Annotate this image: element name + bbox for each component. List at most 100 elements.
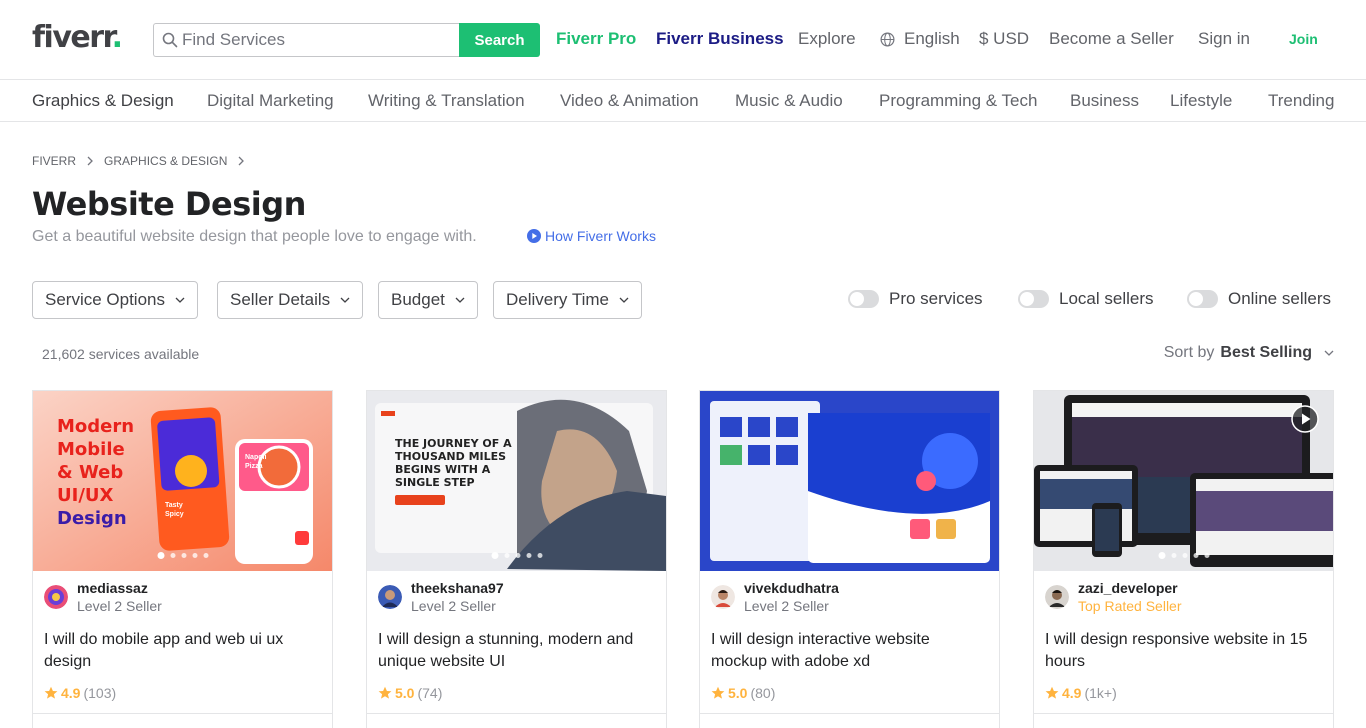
gig-rating: 5.0 (80) <box>711 685 775 701</box>
seller-info: vivekdudhatra Level 2 Seller <box>711 579 839 615</box>
search-button[interactable]: Search <box>459 23 540 57</box>
filter-label: Service Options <box>45 290 165 309</box>
category-trending[interactable]: Trending <box>1268 91 1334 111</box>
star-icon <box>378 686 392 699</box>
join-button[interactable]: Join <box>1289 31 1318 47</box>
category-music-audio[interactable]: Music & Audio <box>735 91 843 111</box>
play-circle-icon <box>527 229 541 243</box>
category-writing-translation[interactable]: Writing & Translation <box>368 91 525 111</box>
gig-thumbnail[interactable] <box>1034 391 1333 571</box>
filter-seller-details[interactable]: Seller Details <box>217 281 364 319</box>
gig-title[interactable]: I will design responsive website in 15 h… <box>1045 629 1320 673</box>
star-icon <box>711 686 725 699</box>
rating-value: 5.0 <box>395 685 415 701</box>
play-video-icon[interactable] <box>1291 405 1319 433</box>
nav-become-seller[interactable]: Become a Seller <box>1049 29 1174 49</box>
toggle-pro-services[interactable]: Pro services <box>848 289 983 309</box>
filter-budget[interactable]: Budget <box>378 281 478 319</box>
chevron-down-icon <box>340 297 350 303</box>
toggle-switch[interactable] <box>848 290 879 308</box>
globe-icon <box>880 32 895 47</box>
card-divider <box>700 713 999 714</box>
nav-language[interactable]: English <box>904 29 960 49</box>
breadcrumb-fiverr[interactable]: FIVERR <box>32 154 76 168</box>
star-icon <box>1045 686 1059 699</box>
seller-avatar[interactable] <box>378 585 402 609</box>
carousel-dots[interactable] <box>1158 552 1209 559</box>
sort-label: Sort by <box>1163 344 1215 361</box>
seller-info: mediassaz Level 2 Seller <box>44 579 162 615</box>
filter-delivery-time[interactable]: Delivery Time <box>493 281 642 319</box>
rating-value: 5.0 <box>728 685 748 701</box>
toggle-label: Pro services <box>889 289 983 308</box>
seller-info: zazi_developer Top Rated Seller <box>1045 579 1182 615</box>
chevron-right-icon <box>238 156 245 166</box>
category-business[interactable]: Business <box>1070 91 1139 111</box>
sort-dropdown[interactable]: Sort by Best Selling <box>1164 344 1334 362</box>
thumb-line: Napoli <box>245 454 267 461</box>
gig-rating: 4.9 (103) <box>44 685 116 701</box>
category-digital-marketing[interactable]: Digital Marketing <box>207 91 334 111</box>
gig-card[interactable]: zazi_developer Top Rated Seller I will d… <box>1033 390 1334 728</box>
nav-currency[interactable]: $ USD <box>979 29 1029 49</box>
thumb-heading: THE JOURNEY OF A THOUSAND MILES BEGINS W… <box>395 437 512 489</box>
seller-name[interactable]: zazi_developer <box>1078 579 1182 597</box>
gig-thumbnail[interactable]: Modern Mobile & Web UI/UX Design Napoli … <box>33 391 332 571</box>
seller-level: Level 2 Seller <box>411 598 496 614</box>
search-input[interactable] <box>153 23 459 57</box>
seller-level: Level 2 Seller <box>77 598 162 614</box>
seller-avatar[interactable] <box>44 585 68 609</box>
category-graphics-design[interactable]: Graphics & Design <box>32 91 174 111</box>
rating-count: (1k+) <box>1084 685 1117 701</box>
carousel-dots[interactable] <box>824 552 875 559</box>
chevron-down-icon <box>455 297 465 303</box>
thumb-line: THE JOURNEY OF A <box>395 437 512 450</box>
gig-thumbnail[interactable] <box>700 391 999 571</box>
category-video-animation[interactable]: Video & Animation <box>560 91 699 111</box>
services-count: 21,602 services available <box>42 346 200 362</box>
fiverr-logo[interactable]: fiverr. <box>32 20 123 55</box>
star-icon <box>44 686 58 699</box>
thumb-line: Design <box>57 508 127 529</box>
seller-avatar[interactable] <box>711 585 735 609</box>
seller-name[interactable]: mediassaz <box>77 579 162 597</box>
gig-card[interactable]: Modern Mobile & Web UI/UX Design Napoli … <box>32 390 333 728</box>
seller-avatar[interactable] <box>1045 585 1069 609</box>
gig-card[interactable]: THE JOURNEY OF A THOUSAND MILES BEGINS W… <box>366 390 667 728</box>
thumb-line: Spicy <box>165 511 184 518</box>
top-header: fiverr. Search Fiverr Pro Fiverr Busines… <box>0 0 1366 80</box>
chevron-right-icon <box>87 156 93 166</box>
rating-count: (74) <box>417 685 443 701</box>
toggle-switch[interactable] <box>1187 290 1218 308</box>
nav-fiverr-pro[interactable]: Fiverr Pro <box>556 29 636 49</box>
filter-service-options[interactable]: Service Options <box>32 281 198 319</box>
toggle-switch[interactable] <box>1018 290 1049 308</box>
seller-name[interactable]: theekshana97 <box>411 579 504 597</box>
breadcrumb-graphics-design[interactable]: GRAPHICS & DESIGN <box>104 154 227 168</box>
gig-image <box>700 391 999 571</box>
gig-title[interactable]: I will do mobile app and web ui ux desig… <box>44 629 319 673</box>
card-divider <box>367 713 666 714</box>
seller-info: theekshana97 Level 2 Seller <box>378 579 504 615</box>
carousel-dots[interactable] <box>157 552 208 559</box>
breadcrumb: FIVERR GRAPHICS & DESIGN <box>32 154 245 168</box>
gig-title[interactable]: I will design a stunning, modern and uni… <box>378 629 653 673</box>
how-fiverr-works-link[interactable]: How Fiverr Works <box>527 228 656 244</box>
seller-level: Top Rated Seller <box>1078 598 1182 614</box>
category-lifestyle[interactable]: Lifestyle <box>1170 91 1232 111</box>
gig-thumbnail[interactable]: THE JOURNEY OF A THOUSAND MILES BEGINS W… <box>367 391 666 571</box>
chevron-down-icon <box>1324 350 1334 356</box>
nav-explore[interactable]: Explore <box>798 29 856 49</box>
rating-value: 4.9 <box>61 685 81 701</box>
toggle-local-sellers[interactable]: Local sellers <box>1018 289 1154 309</box>
gig-card[interactable]: vivekdudhatra Level 2 Seller I will desi… <box>699 390 1000 728</box>
seller-level: Level 2 Seller <box>744 598 829 614</box>
seller-name[interactable]: vivekdudhatra <box>744 579 839 597</box>
nav-fiverr-business[interactable]: Fiverr Business <box>656 29 784 49</box>
thumb-line: BEGINS WITH A <box>395 463 491 476</box>
category-programming-tech[interactable]: Programming & Tech <box>879 91 1037 111</box>
nav-sign-in[interactable]: Sign in <box>1198 29 1250 49</box>
carousel-dots[interactable] <box>491 552 542 559</box>
toggle-online-sellers[interactable]: Online sellers <box>1187 289 1331 309</box>
gig-title[interactable]: I will design interactive website mockup… <box>711 629 986 673</box>
